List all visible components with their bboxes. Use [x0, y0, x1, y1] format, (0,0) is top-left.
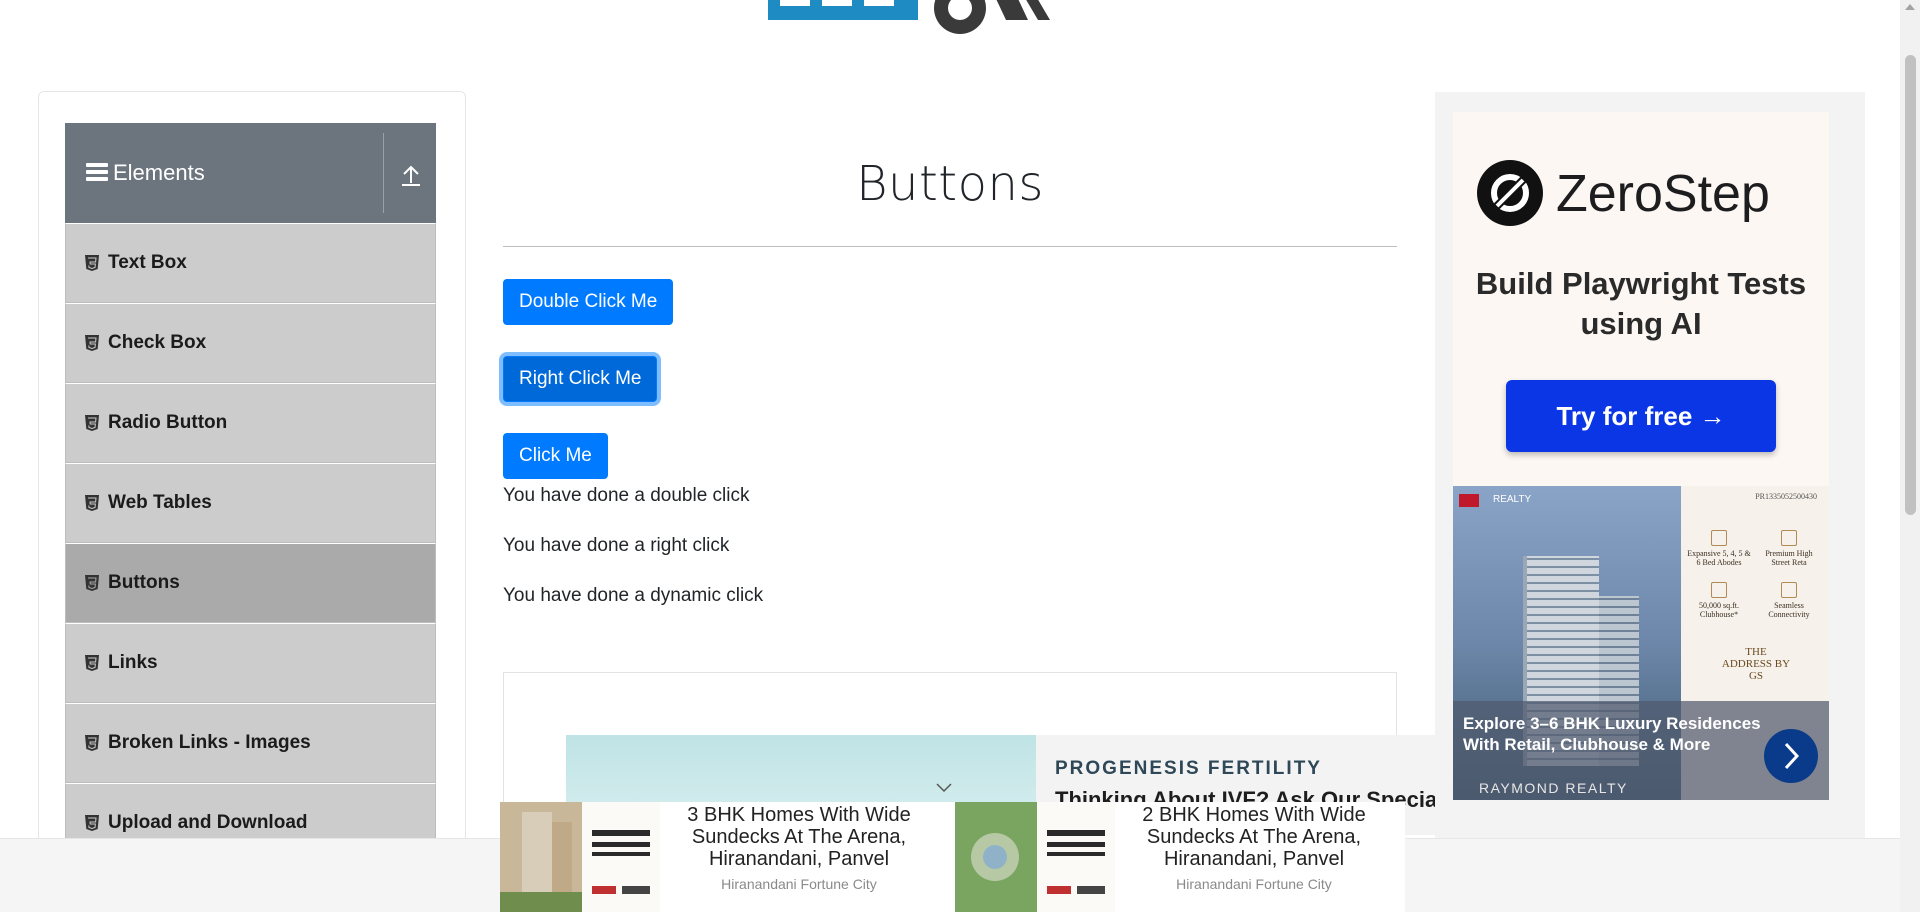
- page-title: Buttons: [856, 156, 1044, 212]
- double-click-message: You have done a double click: [503, 485, 750, 506]
- realty-logo-text: REALTY: [1493, 494, 1532, 505]
- sidebar-item-label: Check Box: [108, 332, 207, 353]
- sidebar-item-label: Upload and Download: [108, 812, 308, 833]
- scrollbar-thumb[interactable]: [1905, 55, 1916, 515]
- sidebar-item-web-tables[interactable]: Web Tables: [65, 463, 436, 543]
- sidebar-item-label: Text Box: [108, 252, 187, 273]
- elements-menu: Text Box Check Box Radio Button Web Tabl…: [65, 223, 436, 850]
- feature-item: Seamless Connectivity: [1757, 582, 1821, 619]
- real-estate-text: Explore 3–6 BHK Luxury Residences With R…: [1463, 714, 1761, 754]
- sidebar-item-links[interactable]: Links: [65, 623, 436, 703]
- bottom-ad-1-title[interactable]: 3 BHK Homes With Wide Sundecks At The Ar…: [664, 804, 934, 870]
- sidebar-item-buttons[interactable]: Buttons: [65, 543, 436, 623]
- sidebar-item-radio-button[interactable]: Radio Button: [65, 383, 436, 463]
- feature-item: Expansive 5, 4, 5 & 6 Bed Abodes: [1687, 530, 1751, 567]
- sidebar-item-check-box[interactable]: Check Box: [65, 303, 436, 383]
- try-for-free-button[interactable]: Try for free →: [1506, 380, 1776, 452]
- apartment-icon: [1711, 530, 1727, 546]
- bottom-ad-1-thumbnail[interactable]: [500, 802, 660, 912]
- zerostep-name: ZeroStep: [1556, 165, 1770, 223]
- double-click-button[interactable]: Double Click Me: [503, 279, 674, 325]
- sidebar-item-label: Links: [108, 652, 158, 673]
- bottom-ad-2-title[interactable]: 2 BHK Homes With Wide Sundecks At The Ar…: [1119, 804, 1389, 870]
- sidebar-item-label: Web Tables: [108, 492, 212, 513]
- html5-icon: [85, 495, 99, 511]
- inline-ad-brand: PROGENESIS FERTILITY: [1055, 758, 1322, 779]
- html5-icon: [85, 335, 99, 351]
- bottom-ad-1-source: Hiranandani Fortune City: [721, 876, 877, 892]
- dynamic-click-message: You have done a dynamic click: [503, 585, 764, 606]
- right-click-button[interactable]: Right Click Me: [503, 356, 658, 402]
- clubhouse-icon: [1711, 582, 1727, 598]
- zerostep-logo-icon: [1477, 160, 1543, 226]
- retail-icon: [1781, 530, 1797, 546]
- html5-icon: [85, 735, 99, 751]
- right-click-message: You have done a right click: [503, 535, 730, 556]
- header-divider: [383, 133, 384, 213]
- next-arrow-button[interactable]: [1764, 729, 1818, 783]
- real-estate-brand: RAYMOND REALTY: [1479, 780, 1628, 796]
- html5-icon: [85, 655, 99, 671]
- sidebar-item-label: Buttons: [108, 572, 180, 593]
- sidebar-item-label: Broken Links - Images: [108, 732, 311, 753]
- realty-logo: [1459, 494, 1479, 507]
- sidebar-item-text-box[interactable]: Text Box: [65, 223, 436, 303]
- chevron-right-icon: [1784, 742, 1800, 770]
- html5-icon: [85, 815, 99, 831]
- connectivity-icon: [1781, 582, 1797, 598]
- toolsqa-logo[interactable]: [760, 0, 1160, 50]
- left-panel: Elements Text Box Check Box Radio Button…: [38, 91, 466, 851]
- zerostep-tagline: Build Playwright Tests using AI: [1475, 266, 1807, 341]
- rera-number: PR1335052500430: [1755, 492, 1817, 501]
- html5-icon: [85, 575, 99, 591]
- title-divider: [503, 246, 1397, 247]
- click-me-button[interactable]: Click Me: [503, 433, 608, 479]
- real-estate-ad[interactable]: REALTY PR1335052500430 Expansive 5, 4, 5…: [1453, 486, 1829, 800]
- sidebar-item-label: Radio Button: [108, 412, 228, 433]
- html5-icon: [85, 255, 99, 271]
- address-logo: THE ADDRESS BY GS: [1721, 646, 1791, 682]
- chevron-down-icon[interactable]: [936, 783, 952, 793]
- html5-icon: [85, 415, 99, 431]
- collapse-arrow-icon[interactable]: [398, 159, 424, 189]
- elements-group-header[interactable]: Elements: [65, 123, 436, 223]
- bottom-ad-2-thumbnail[interactable]: [955, 802, 1115, 912]
- sidebar-item-broken-links-images[interactable]: Broken Links - Images: [65, 703, 436, 783]
- bottom-ad-2-source: Hiranandani Fortune City: [1176, 876, 1332, 892]
- group-title: Elements: [113, 160, 205, 185]
- real-estate-caption: Explore 3–6 BHK Luxury Residences With R…: [1453, 701, 1829, 800]
- hamburger-icon: [86, 163, 108, 184]
- scroll-up-arrow-icon[interactable]: [1905, 4, 1915, 10]
- feature-item: 50,000 sq.ft. Clubhouse*: [1687, 582, 1751, 619]
- feature-item: Premium High Street Reta: [1757, 530, 1821, 567]
